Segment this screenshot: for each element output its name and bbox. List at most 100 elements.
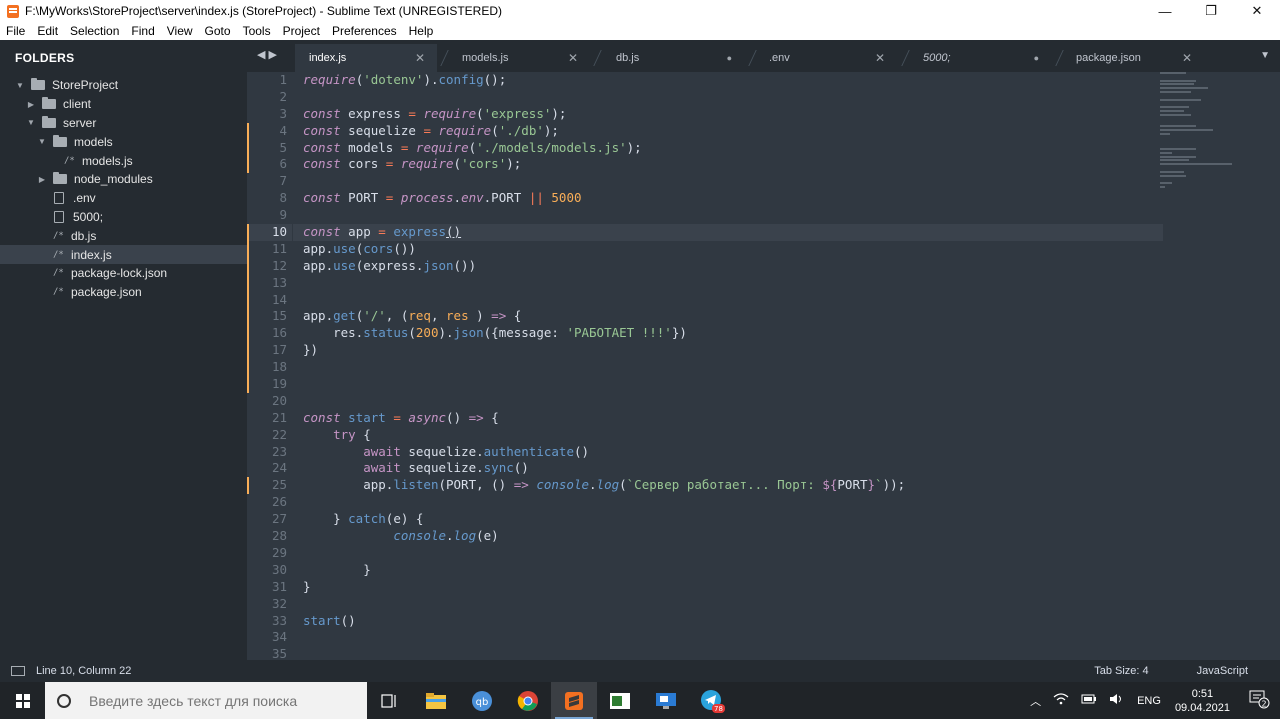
close-icon[interactable]: ✕ <box>875 51 885 65</box>
line-number: 19 <box>247 376 292 393</box>
menu-selection[interactable]: Selection <box>64 24 125 38</box>
file-icon <box>54 192 64 205</box>
sidebar-item-client[interactable]: ▶ client <box>0 95 247 114</box>
menu-file[interactable]: File <box>0 24 31 38</box>
minimap[interactable] <box>1160 72 1240 188</box>
chevron-down-icon[interactable]: ▼ <box>37 137 47 146</box>
sidebar-item-server[interactable]: ▼ server <box>0 114 247 133</box>
line-number: 16 <box>247 325 292 343</box>
line-number: 1 <box>279 72 287 87</box>
tab-label: index.js <box>309 52 347 64</box>
sidebar-item-label: db.js <box>71 228 97 243</box>
panel-toggle-icon[interactable] <box>11 666 25 676</box>
volume-icon[interactable] <box>1109 693 1125 708</box>
language-indicator[interactable]: ENG <box>1137 695 1161 707</box>
menu-edit[interactable]: Edit <box>31 24 64 38</box>
close-icon[interactable]: ✕ <box>415 51 425 65</box>
tab-models-js[interactable]: models.js ✕ <box>448 44 590 72</box>
line-number: 22 <box>271 426 287 442</box>
sidebar-item-package-lock-json[interactable]: /* package-lock.json <box>0 264 247 283</box>
menu-tools[interactable]: Tools <box>237 24 277 38</box>
line-number: 13 <box>247 274 292 292</box>
chrome-icon[interactable] <box>505 682 551 719</box>
code-editor[interactable]: 1 2 3 4 5 6 7 8 9 10 11 12 13 14 15 16 17 18 19 20 21 22 23 24 2… <box>247 72 1280 660</box>
current-code-line: const app = express() <box>293 224 1163 241</box>
folder-icon <box>31 78 45 91</box>
file-explorer-icon[interactable] <box>413 682 459 719</box>
code-area[interactable]: require('dotenv').config(); const expres… <box>293 72 1163 660</box>
menu-goto[interactable]: Goto <box>199 24 237 38</box>
close-icon[interactable]: ✕ <box>568 51 578 65</box>
task-view-icon[interactable] <box>367 682 413 719</box>
chevron-down-icon[interactable]: ▼ <box>15 81 25 90</box>
sidebar-item-models[interactable]: ▼ models <box>0 132 247 151</box>
line-number: 24 <box>271 460 287 476</box>
menu-view[interactable]: View <box>161 24 199 38</box>
line-number: 17 <box>247 342 292 360</box>
tab-list-dropdown-icon[interactable]: ▼ <box>1260 50 1270 61</box>
code-line: } catch(e) { <box>303 511 424 527</box>
line-number: 23 <box>271 443 287 459</box>
chevron-up-icon[interactable]: ︿ <box>1030 693 1041 709</box>
line-number: 20 <box>271 392 287 408</box>
remote-desktop-icon[interactable] <box>643 682 689 719</box>
code-line: app.listen(PORT, () => console.log(`Серв… <box>303 477 906 493</box>
tab-db-js[interactable]: db.js ● <box>602 44 744 72</box>
code-file-icon: /* <box>53 249 64 260</box>
taskbar-search-input[interactable] <box>89 692 349 709</box>
tab-label: 5000; <box>923 52 951 64</box>
restore-button[interactable]: ❐ <box>1188 0 1234 22</box>
notifications-icon[interactable]: 2 <box>1248 689 1270 712</box>
unsaved-dot-icon[interactable]: ● <box>727 53 732 63</box>
chevron-right-icon[interactable]: ▶ <box>26 100 36 109</box>
close-button[interactable]: ✕ <box>1234 0 1280 22</box>
menu-project[interactable]: Project <box>277 24 326 38</box>
syntax-mode[interactable]: JavaScript <box>1197 665 1248 677</box>
menu-help[interactable]: Help <box>403 24 440 38</box>
sublime-text-taskbar-icon[interactable] <box>551 682 597 719</box>
title-bar: F:\MyWorks\StoreProject\server\index.js … <box>0 0 1280 22</box>
code-line: await sequelize.sync() <box>363 460 529 476</box>
wifi-icon[interactable] <box>1053 693 1069 708</box>
tab-size[interactable]: Tab Size: 4 <box>1094 665 1148 677</box>
start-button[interactable] <box>0 682 45 719</box>
sidebar-item-index-js[interactable]: /* index.js <box>0 245 247 264</box>
sidebar-item--env[interactable]: .env <box>0 189 247 208</box>
unsaved-dot-icon[interactable]: ● <box>1034 53 1039 63</box>
menu-preferences[interactable]: Preferences <box>326 24 403 38</box>
battery-icon[interactable] <box>1081 694 1097 707</box>
menu-find[interactable]: Find <box>125 24 160 38</box>
sidebar-item-package-json[interactable]: /* package.json <box>0 283 247 302</box>
close-icon[interactable]: ✕ <box>1182 51 1192 65</box>
clock[interactable]: 0:51 09.04.2021 <box>1175 687 1230 715</box>
sidebar-item-label: 5000; <box>73 209 104 224</box>
sidebar-item-5000[interactable]: 5000; <box>0 208 247 227</box>
tab-env[interactable]: .env ✕ <box>755 44 897 72</box>
tab-nav-arrows[interactable]: ◀ ▶ <box>257 48 277 61</box>
line-number: 8 <box>279 190 287 206</box>
code-file-icon: /* <box>64 155 75 166</box>
tab-index-js[interactable]: index.js ✕ <box>295 44 437 72</box>
clock-time: 0:51 <box>1191 687 1214 700</box>
sidebar-item-models-js[interactable]: /* models.js <box>0 151 247 170</box>
telegram-icon[interactable]: 78 <box>689 682 735 719</box>
tab-5000[interactable]: 5000; ● <box>909 44 1051 72</box>
tab-label: models.js <box>462 52 509 64</box>
chevron-right-icon[interactable]: ▶ <box>37 175 47 184</box>
line-number: 10 <box>247 224 292 241</box>
taskbar-search[interactable] <box>45 682 367 719</box>
chevron-down-icon[interactable]: ▼ <box>26 118 36 127</box>
minimize-button[interactable]: — <box>1142 0 1188 22</box>
sidebar-item-node-modules[interactable]: ▶ node_modules <box>0 170 247 189</box>
sidebar-item-storeproject[interactable]: ▼ StoreProject <box>0 76 247 95</box>
qbittorrent-icon[interactable]: qb <box>459 682 505 719</box>
app-window-icon[interactable] <box>597 682 643 719</box>
tab-package-json[interactable]: package.json ✕ <box>1062 44 1204 72</box>
sidebar-item-db-js[interactable]: /* db.js <box>0 226 247 245</box>
